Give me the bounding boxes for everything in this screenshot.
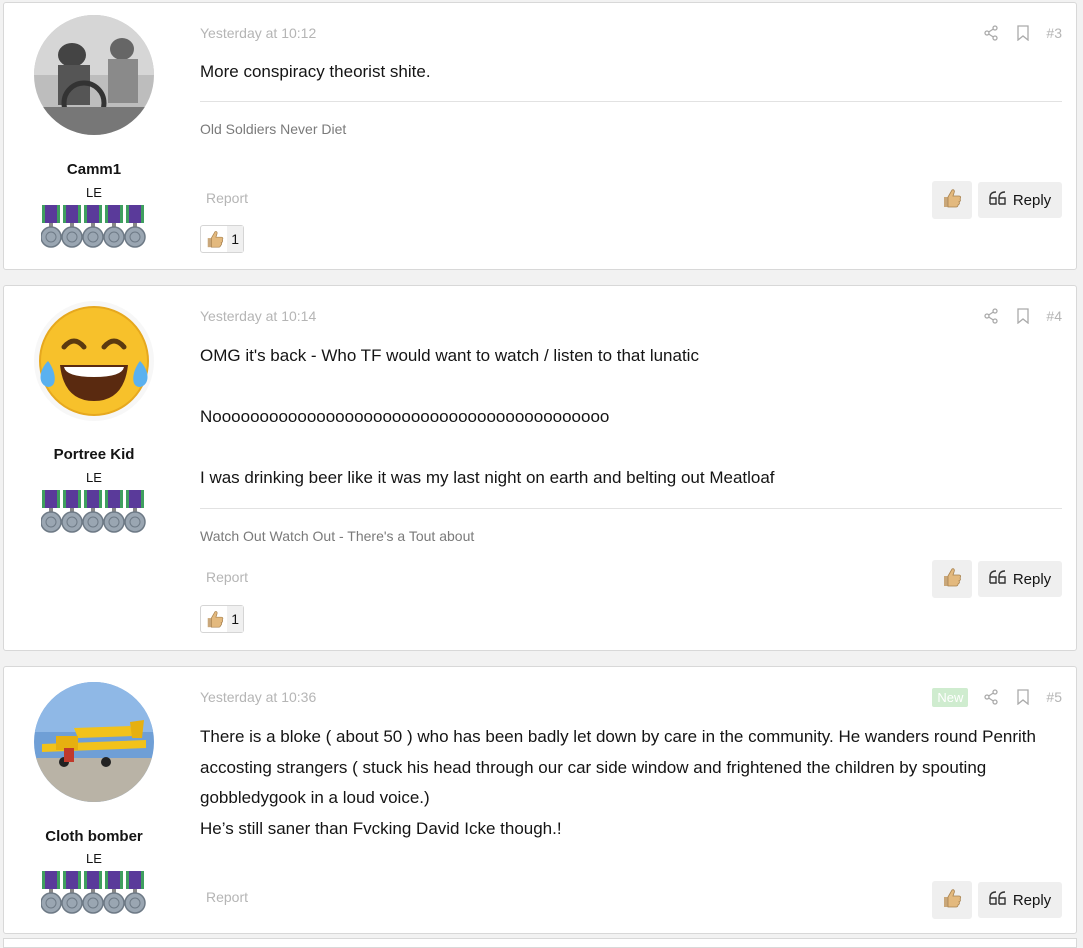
- post-main: Yesterday at 10:14 #4 OMG it's back - Wh…: [200, 286, 1062, 650]
- user-title: LE: [86, 470, 102, 485]
- laughing-crying-emoji-avatar-icon: [34, 301, 154, 421]
- post-body-line: There is a bloke ( about 50 ) who has be…: [200, 727, 1036, 746]
- post-number[interactable]: #4: [1046, 308, 1062, 324]
- post-body-line: [200, 372, 1062, 403]
- post-body-line: accosting strangers ( stuck his head thr…: [200, 757, 987, 777]
- medal-bar-icon: [41, 205, 149, 249]
- reply-button[interactable]: Reply: [978, 882, 1062, 918]
- bookmark-icon[interactable]: [1014, 307, 1032, 325]
- post-date[interactable]: Yesterday at 10:12: [200, 25, 316, 41]
- like-button[interactable]: [932, 560, 972, 598]
- share-icon[interactable]: [982, 24, 1000, 42]
- thumbs-up-icon: [941, 566, 963, 593]
- user-title: LE: [86, 851, 102, 866]
- like-button[interactable]: [932, 881, 972, 919]
- signature-divider: [200, 101, 1062, 102]
- bookmark-icon[interactable]: [1014, 688, 1032, 706]
- avatar[interactable]: [34, 15, 154, 135]
- post-body-line: Nooooooooooooooooooooooooooooooooooooooo…: [200, 407, 610, 426]
- thumbs-up-icon: [941, 187, 963, 214]
- post-actions: New #5: [932, 687, 1062, 707]
- username[interactable]: Camm1: [4, 161, 184, 178]
- next-post-edge: [3, 938, 1077, 948]
- reply-label: Reply: [1012, 570, 1052, 588]
- post-date[interactable]: Yesterday at 10:14: [200, 308, 316, 324]
- signature-divider: [200, 508, 1062, 509]
- post-actions: #3: [982, 23, 1062, 43]
- post-3: Camm1 LE Yesterday at 10:12 #3 More cons…: [3, 2, 1077, 270]
- like-button[interactable]: [932, 181, 972, 219]
- yellow-plane-avatar-icon: [34, 682, 154, 802]
- post-5: Cloth bomber LE Yesterday at 10:36 New #…: [3, 666, 1077, 934]
- signature: Watch Out Watch Out - There's a Tout abo…: [200, 528, 475, 544]
- thumbs-up-icon: [203, 226, 226, 252]
- thumbs-up-icon: [941, 887, 963, 914]
- avatar[interactable]: [34, 682, 154, 802]
- reaction-count: 1: [227, 606, 243, 632]
- user-info: Camm1 LE: [4, 3, 184, 269]
- quote-icon: [989, 891, 1007, 909]
- report-link[interactable]: Report: [206, 889, 248, 905]
- share-icon[interactable]: [982, 688, 1000, 706]
- new-badge: New: [932, 687, 969, 707]
- post-body-line: OMG it's back - Who TF would want to wat…: [200, 346, 699, 365]
- post-body: More conspiracy theorist shite.: [200, 57, 1062, 88]
- avatar[interactable]: [34, 301, 154, 421]
- signature: Old Soldiers Never Diet: [200, 121, 347, 137]
- report-link[interactable]: Report: [206, 190, 248, 206]
- post-number[interactable]: #3: [1046, 25, 1062, 41]
- post-main: Yesterday at 10:36 New #5 There is a blo…: [200, 667, 1062, 933]
- post-actions: #4: [982, 306, 1062, 326]
- post-body-line: [200, 433, 1062, 464]
- reply-button[interactable]: Reply: [978, 561, 1062, 597]
- username[interactable]: Cloth bomber: [4, 828, 184, 845]
- post-date[interactable]: Yesterday at 10:36: [200, 689, 316, 705]
- post-main: Yesterday at 10:12 #3 More conspiracy th…: [200, 3, 1062, 269]
- medal-bar-icon: [41, 871, 149, 915]
- reaction-count: 1: [227, 226, 243, 252]
- username[interactable]: Portree Kid: [4, 446, 184, 463]
- post-body: There is a bloke ( about 50 ) who has be…: [200, 722, 1062, 844]
- post-4: Portree Kid LE Yesterday at 10:14 #4 OMG…: [3, 285, 1077, 651]
- user-title: LE: [86, 185, 102, 200]
- report-link[interactable]: Report: [206, 569, 248, 585]
- quote-icon: [989, 191, 1007, 209]
- user-info: Cloth bomber LE: [4, 667, 184, 933]
- thumbs-up-icon: [203, 606, 226, 632]
- reply-label: Reply: [1012, 191, 1052, 209]
- reaction-summary[interactable]: 1: [200, 605, 244, 633]
- post-body-line: gobbledygook in a loud voice.): [200, 788, 430, 807]
- bookmark-icon[interactable]: [1014, 24, 1032, 42]
- quote-icon: [989, 570, 1007, 588]
- vintage-photo-avatar-icon: [34, 15, 154, 135]
- reply-label: Reply: [1012, 891, 1052, 909]
- post-number[interactable]: #5: [1046, 689, 1062, 705]
- post-body-line: More conspiracy theorist shite.: [200, 62, 431, 81]
- post-body-line: He’s still saner than Fvcking David Icke…: [200, 818, 562, 838]
- post-body-line: I was drinking beer like it was my last …: [200, 468, 775, 487]
- reaction-summary[interactable]: 1: [200, 225, 244, 253]
- share-icon[interactable]: [982, 307, 1000, 325]
- post-body: OMG it's back - Who TF would want to wat…: [200, 341, 1062, 494]
- user-info: Portree Kid LE: [4, 286, 184, 650]
- reply-button[interactable]: Reply: [978, 182, 1062, 218]
- medal-bar-icon: [41, 490, 149, 534]
